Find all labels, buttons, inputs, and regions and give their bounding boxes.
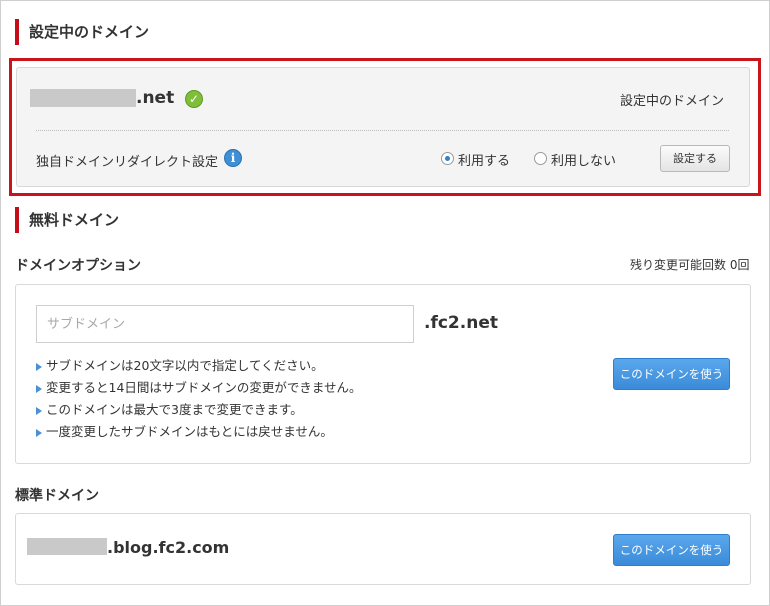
set-redirect-button[interactable]: 設定する xyxy=(660,145,730,172)
check-icon: ✓ xyxy=(185,90,203,108)
bullet-triangle-icon xyxy=(36,406,42,415)
standard-domain-heading: 標準ドメイン xyxy=(15,488,99,504)
use-fc2-domain-button[interactable]: このドメインを使う xyxy=(613,358,730,390)
radio-not-use-label[interactable]: 利用しない xyxy=(551,150,616,169)
bullet-triangle-icon xyxy=(36,362,42,371)
current-domain-status: 設定中のドメイン xyxy=(620,94,725,109)
note-item: サブドメインは20文字以内で指定してください。 xyxy=(36,355,324,374)
subdomain-input[interactable] xyxy=(36,305,414,343)
bullet-triangle-icon xyxy=(36,384,42,393)
masked-domain-name xyxy=(30,89,136,107)
divider xyxy=(36,130,729,131)
note-item: 変更すると14日間はサブドメインの変更ができません。 xyxy=(36,377,362,396)
domain-option-heading: ドメインオプション xyxy=(15,258,141,274)
remaining-changes: 残り変更可能回数 0回 xyxy=(630,258,750,272)
note-item: 一度変更したサブドメインはもとには戻せません。 xyxy=(36,421,333,440)
blog-domain-suffix: .blog.fc2.com xyxy=(107,538,230,557)
redirect-setting-label: 独自ドメインリダイレクト設定 xyxy=(36,155,219,170)
radio-use-label[interactable]: 利用する xyxy=(458,150,510,169)
info-icon[interactable]: i xyxy=(224,149,242,167)
highlight-frame xyxy=(9,58,761,196)
section-title-free: 無料ドメイン xyxy=(15,207,119,233)
use-standard-domain-button[interactable]: このドメインを使う xyxy=(613,534,730,566)
fc2-net-suffix: .fc2.net xyxy=(424,313,498,333)
masked-blog-name xyxy=(27,538,107,555)
radio-not-use[interactable] xyxy=(534,152,547,165)
note-item: このドメインは最大で3度まで変更できます。 xyxy=(36,399,303,418)
bullet-triangle-icon xyxy=(36,428,42,437)
radio-use[interactable] xyxy=(441,152,454,165)
current-domain-suffix: .net xyxy=(136,88,175,108)
section-title-current: 設定中のドメイン xyxy=(15,19,149,45)
